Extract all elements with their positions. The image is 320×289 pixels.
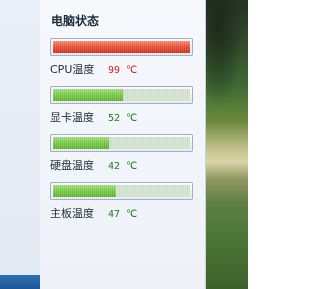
meter-fill bbox=[53, 89, 123, 101]
row-name: 主板温度 bbox=[50, 207, 94, 220]
gpu-temp-meter bbox=[50, 86, 193, 104]
meter-fill bbox=[53, 41, 190, 53]
motherboard-temp-meter bbox=[50, 182, 193, 200]
row-name: CPU温度 bbox=[50, 63, 95, 76]
row-value: 47 ℃ bbox=[108, 209, 138, 220]
row-value: 99 ℃ bbox=[108, 65, 138, 76]
computer-status-panel: 电脑状态 CPU温度 99 ℃ 显卡温度 52 ℃ 硬盘温度 42 ℃ 主板温度 47 … bbox=[40, 0, 206, 289]
meter-track bbox=[53, 137, 190, 149]
meter-track bbox=[53, 89, 190, 101]
meter-fill bbox=[53, 185, 117, 197]
disk-temp-meter bbox=[50, 134, 193, 152]
meter-track bbox=[53, 185, 190, 197]
left-pane bbox=[0, 0, 41, 289]
meter-track bbox=[53, 41, 190, 53]
disk-temp-row: 硬盘温度 42 ℃ bbox=[50, 157, 137, 173]
cpu-temp-meter bbox=[50, 38, 193, 56]
meter-fill bbox=[53, 137, 110, 149]
wallpaper-tree-shadow bbox=[206, 0, 248, 120]
row-name: 显卡温度 bbox=[50, 111, 94, 124]
taskbar-segment bbox=[0, 275, 40, 289]
motherboard-temp-row: 主板温度 47 ℃ bbox=[50, 205, 137, 221]
gpu-temp-row: 显卡温度 52 ℃ bbox=[50, 109, 137, 125]
desktop-wallpaper bbox=[206, 0, 248, 289]
row-value: 42 ℃ bbox=[108, 161, 138, 172]
row-name: 硬盘温度 bbox=[50, 159, 94, 172]
panel-title: 电脑状态 bbox=[51, 14, 100, 28]
cpu-temp-row: CPU温度 99 ℃ bbox=[50, 61, 137, 77]
row-value: 52 ℃ bbox=[108, 113, 138, 124]
